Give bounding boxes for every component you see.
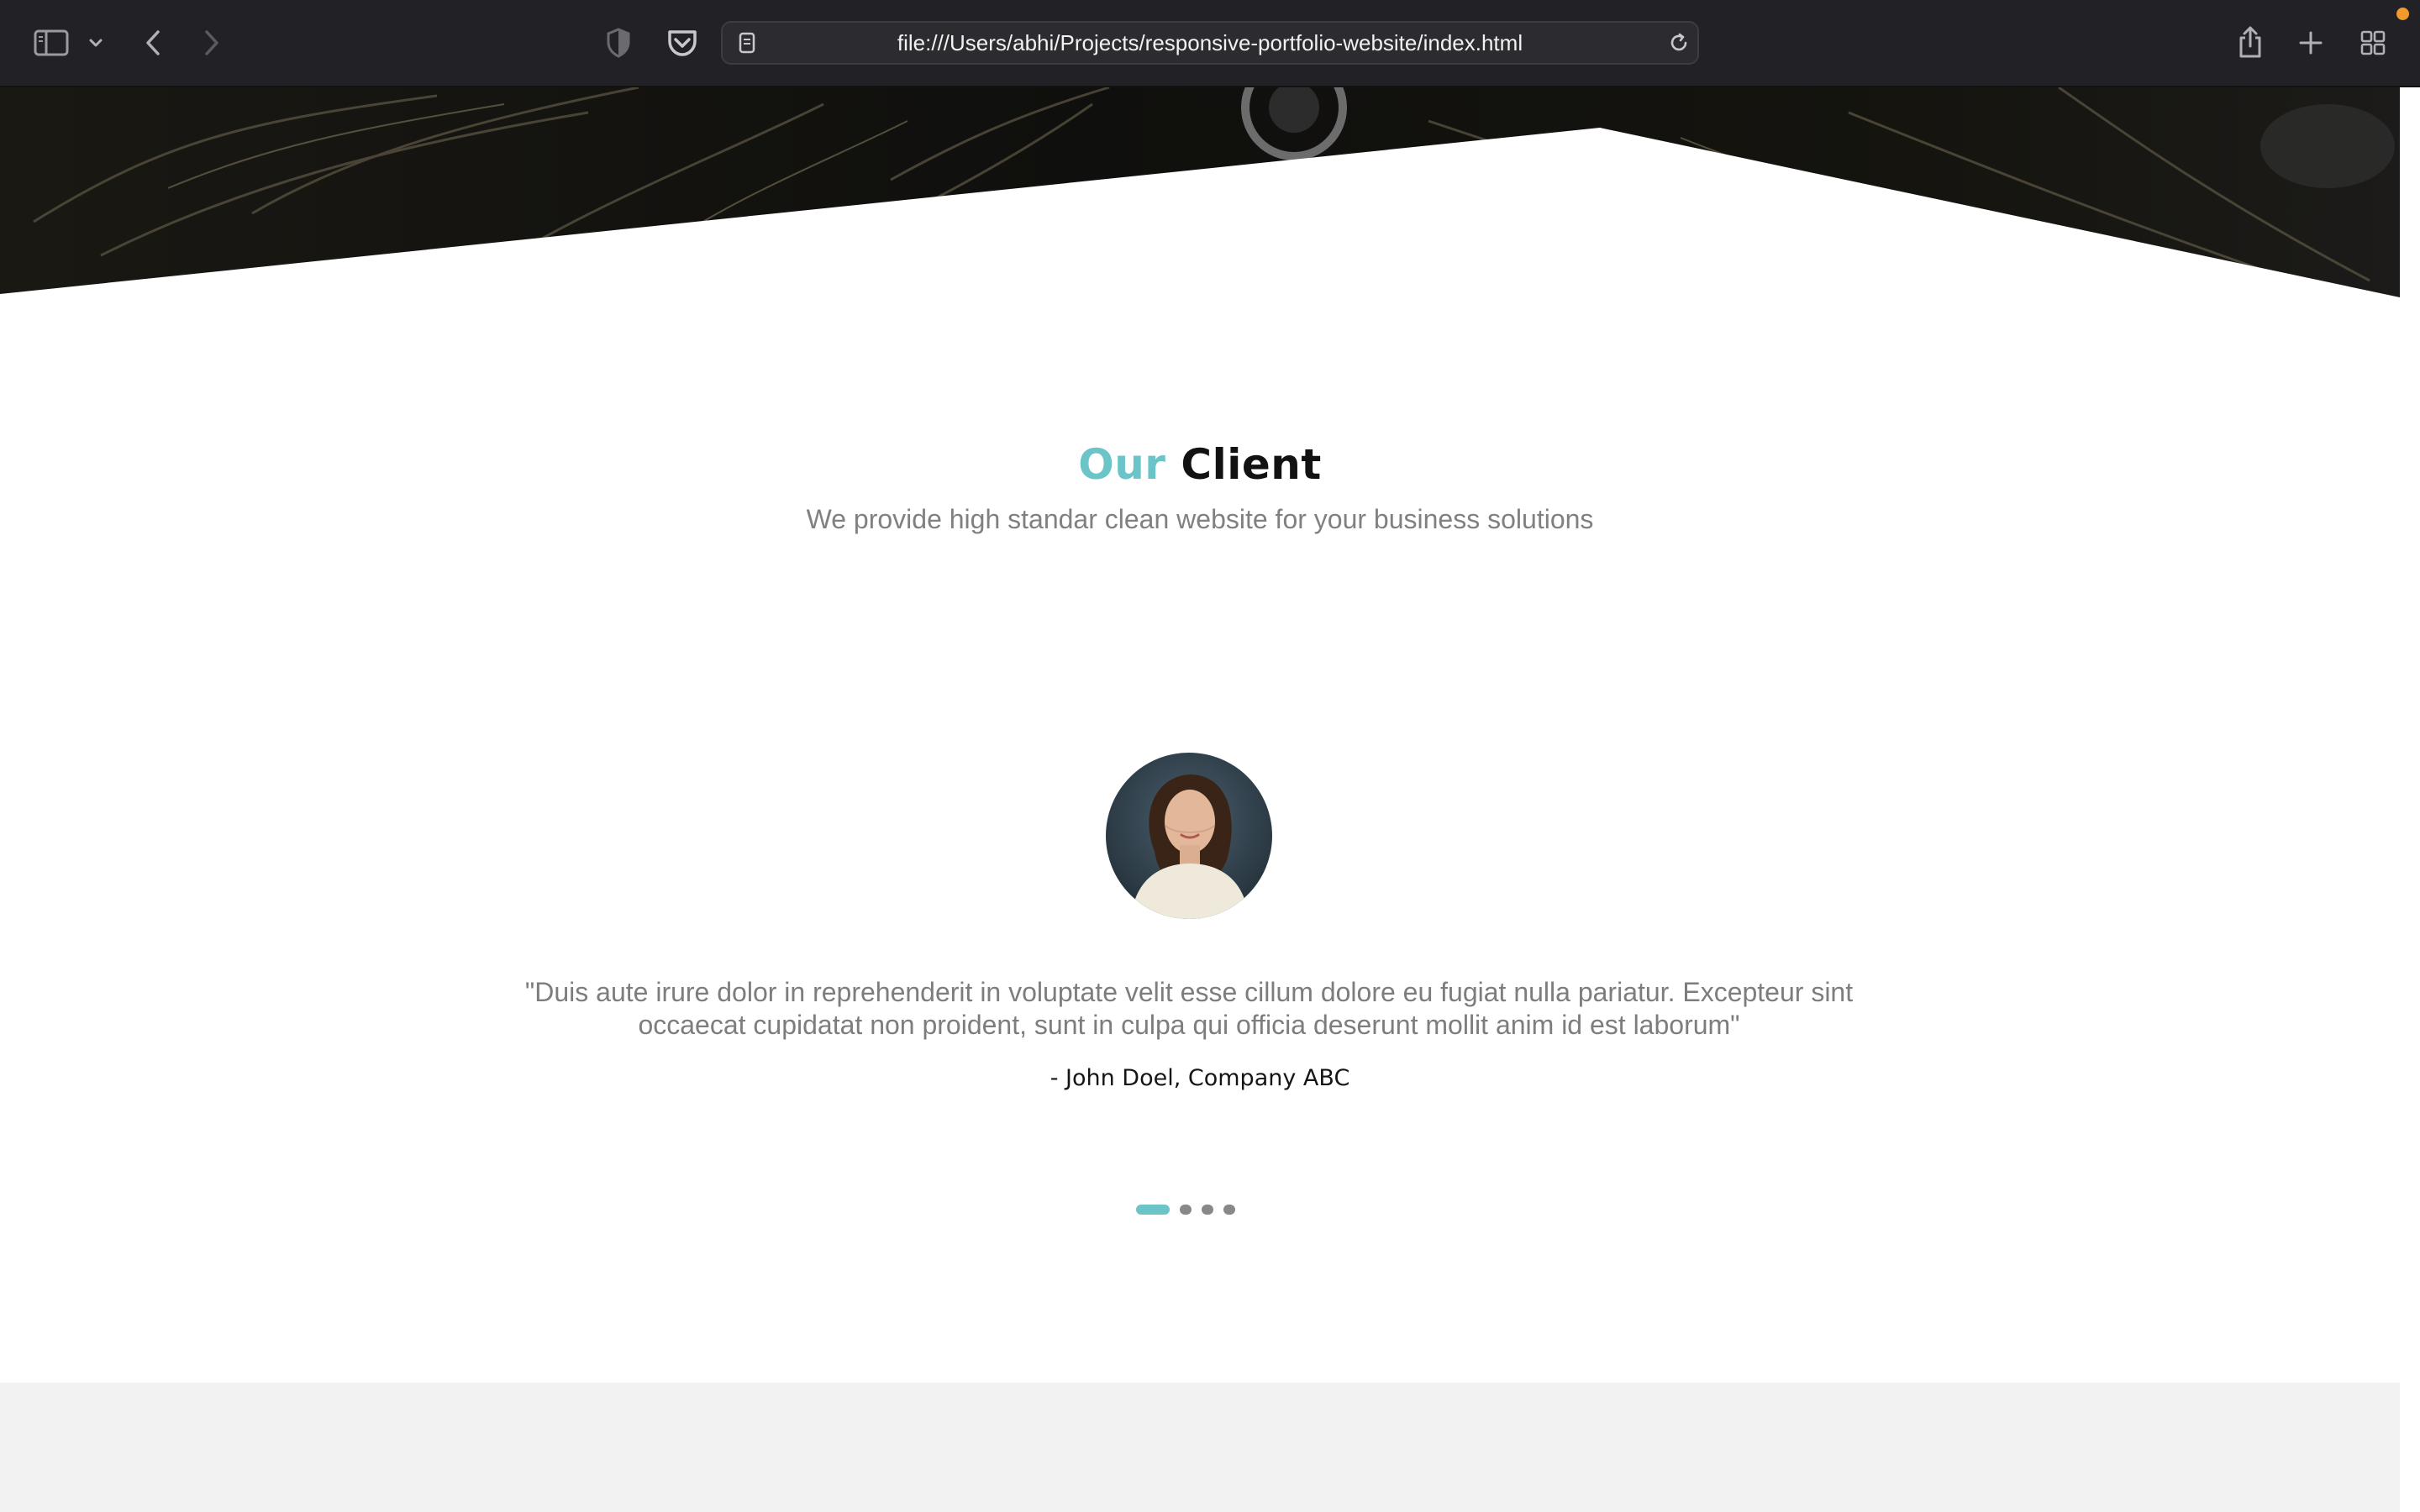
url-text[interactable]: file:///Users/abhi/Projects/responsive-p… bbox=[723, 23, 1697, 63]
carousel-dot[interactable] bbox=[1136, 1205, 1170, 1215]
scrollbar-track[interactable] bbox=[2400, 87, 2420, 1512]
share-button[interactable] bbox=[2233, 22, 2267, 62]
section-subtitle: We provide high standar clean website fo… bbox=[806, 504, 1594, 534]
next-section-band bbox=[0, 1383, 2400, 1512]
tab-overview-button[interactable] bbox=[2356, 25, 2390, 60]
section-title-accent: Our bbox=[1078, 440, 1166, 489]
forward-arrow-icon bbox=[205, 30, 218, 55]
section-title-main: Client bbox=[1181, 440, 1322, 489]
carousel-pagination bbox=[1136, 1205, 1235, 1215]
privacy-report-button[interactable] bbox=[602, 25, 635, 60]
forward-button[interactable] bbox=[195, 25, 229, 60]
notification-dot bbox=[2396, 8, 2409, 20]
client-avatar bbox=[1106, 753, 1272, 919]
sidebar-toggle-button[interactable] bbox=[30, 25, 72, 60]
section-title: Our Client bbox=[0, 440, 2400, 489]
hero-photo bbox=[0, 87, 2400, 297]
reload-icon bbox=[1670, 33, 1687, 51]
back-button[interactable] bbox=[136, 25, 170, 60]
browser-toolbar: file:///Users/abhi/Projects/responsive-p… bbox=[0, 0, 2420, 87]
pocket-icon bbox=[668, 30, 697, 56]
carousel-dot[interactable] bbox=[1223, 1205, 1235, 1215]
carousel-dot[interactable] bbox=[1180, 1205, 1192, 1215]
shield-icon bbox=[607, 28, 630, 58]
carousel-dot[interactable] bbox=[1202, 1205, 1213, 1215]
hero-image-bottom bbox=[0, 87, 2400, 297]
back-arrow-icon bbox=[146, 30, 160, 55]
sidebar-icon bbox=[34, 29, 69, 56]
web-page: Our Client We provide high standar clean… bbox=[0, 87, 2400, 1512]
testimonial-author: - John Doel, Company ABC bbox=[1050, 1065, 1350, 1091]
reload-button[interactable] bbox=[1665, 29, 1692, 56]
client-photo bbox=[1106, 753, 1272, 919]
plus-icon bbox=[2299, 31, 2323, 55]
sidebar-menu-button[interactable] bbox=[84, 30, 108, 55]
tab-grid-icon bbox=[2360, 30, 2386, 55]
address-bar[interactable]: file:///Users/abhi/Projects/responsive-p… bbox=[721, 21, 1699, 65]
chevron-down-icon bbox=[89, 39, 103, 47]
testimonial-quote: "Duis aute irure dolor in reprehenderit … bbox=[524, 977, 1854, 1040]
new-tab-button[interactable] bbox=[2294, 25, 2328, 60]
share-icon bbox=[2239, 26, 2261, 58]
pocket-button[interactable] bbox=[664, 25, 701, 60]
